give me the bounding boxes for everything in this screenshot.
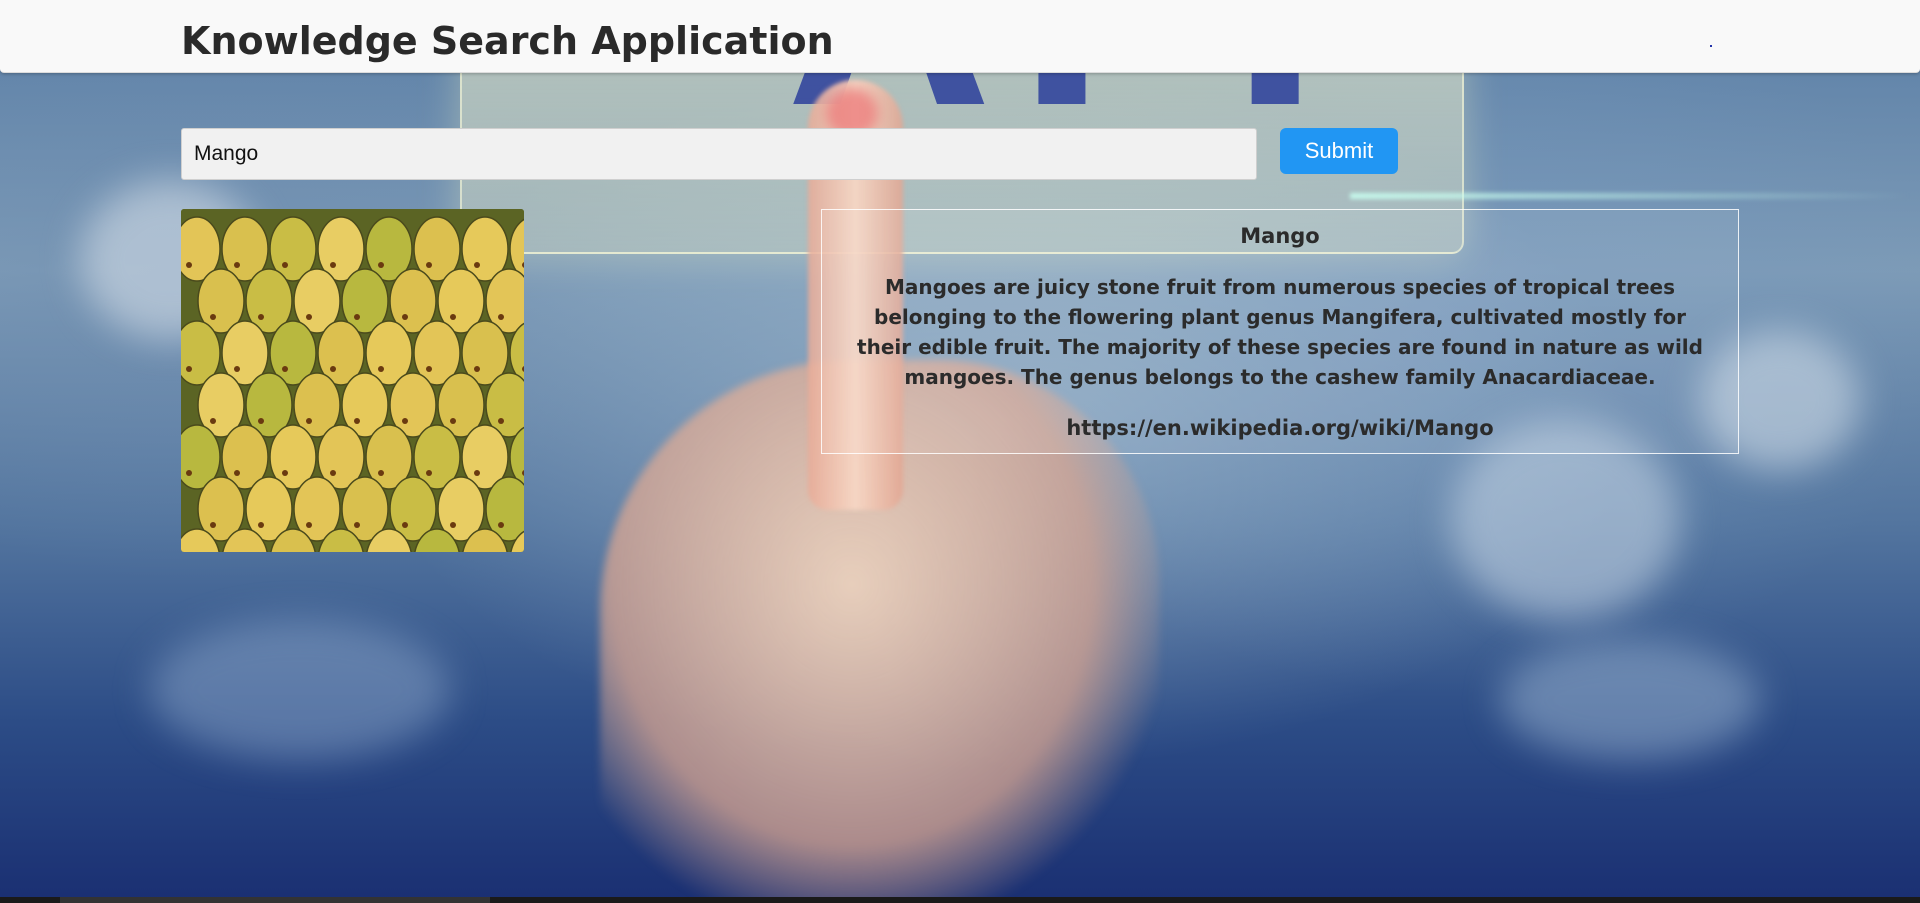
search-input[interactable] [181, 128, 1257, 180]
mangoes-photo [181, 209, 524, 552]
app-header: Knowledge Search Application [0, 0, 1920, 73]
result-title: Mango [1240, 224, 1320, 248]
result-description: Mangoes are juicy stone fruit from numer… [857, 275, 1703, 389]
result-link[interactable]: https://en.wikipedia.org/wiki/Mango [822, 416, 1738, 440]
result-card: Mango Mangoes are juicy stone fruit from… [821, 209, 1739, 454]
header-dot [1710, 45, 1712, 47]
app-title: Knowledge Search Application [181, 19, 834, 63]
glow-line [1350, 193, 1910, 199]
bokeh-light [1500, 640, 1760, 760]
bottom-bar [0, 897, 1920, 903]
submit-button[interactable]: Submit [1280, 128, 1398, 174]
result-image [181, 209, 524, 552]
bokeh-light [150, 620, 450, 760]
